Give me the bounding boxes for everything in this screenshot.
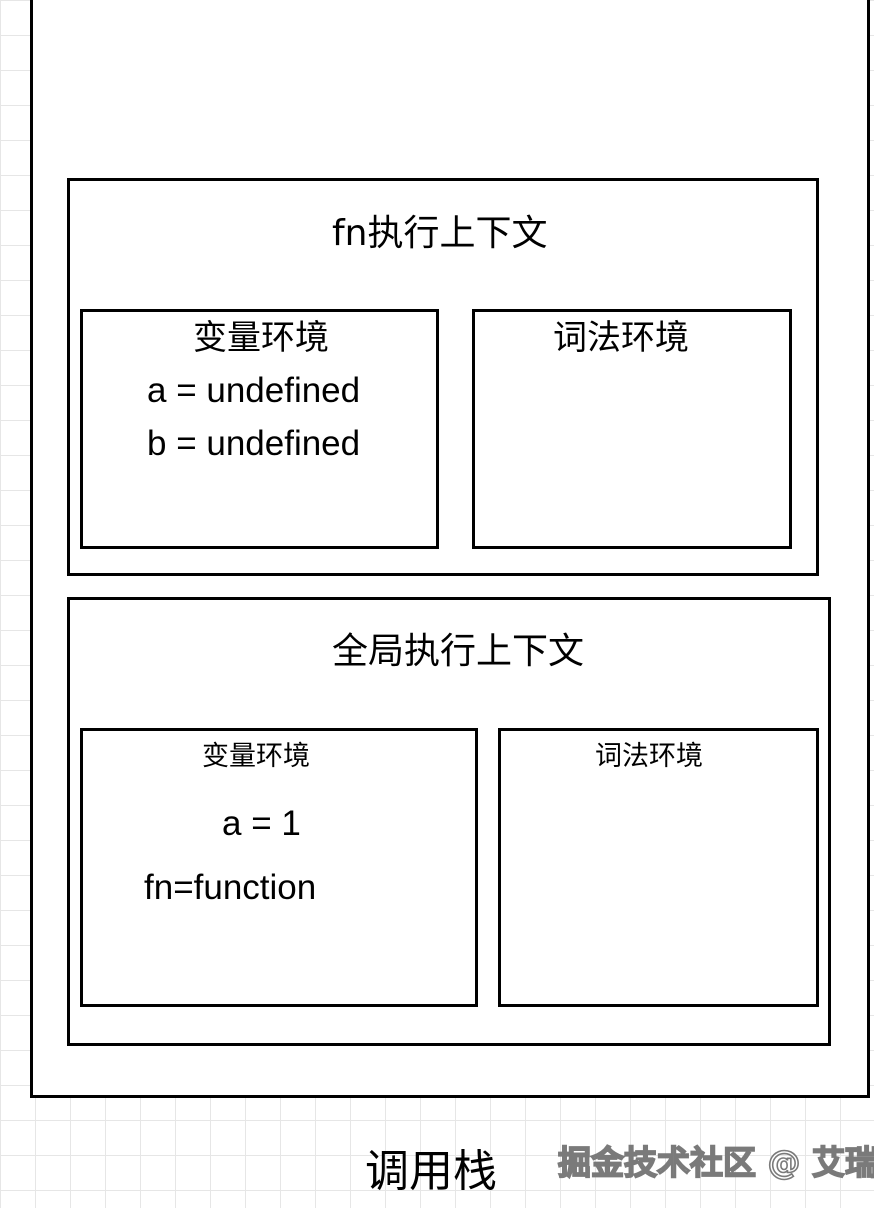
- fn-lexical-environment-title: 词法环境: [553, 318, 689, 358]
- fn-variable-environment-title: 变量环境: [193, 318, 329, 358]
- fn-execution-context-title: fn执行上下文: [332, 213, 548, 254]
- global-execution-context-title: 全局执行上下文: [332, 631, 585, 672]
- global-lexical-environment-title: 词法环境: [595, 741, 703, 772]
- fn-variable-entry-b: b = undefined: [147, 424, 361, 463]
- watermark: 掘金技术社区 @ 艾瑞: [557, 1143, 874, 1182]
- global-variable-environment-title: 变量环境: [202, 741, 310, 772]
- global-variable-entry-fn: fn=function: [144, 868, 317, 907]
- call-stack-label: 调用栈: [365, 1146, 497, 1197]
- global-variable-entry-a: a = 1: [222, 804, 301, 843]
- fn-variable-entry-a: a = undefined: [147, 371, 361, 410]
